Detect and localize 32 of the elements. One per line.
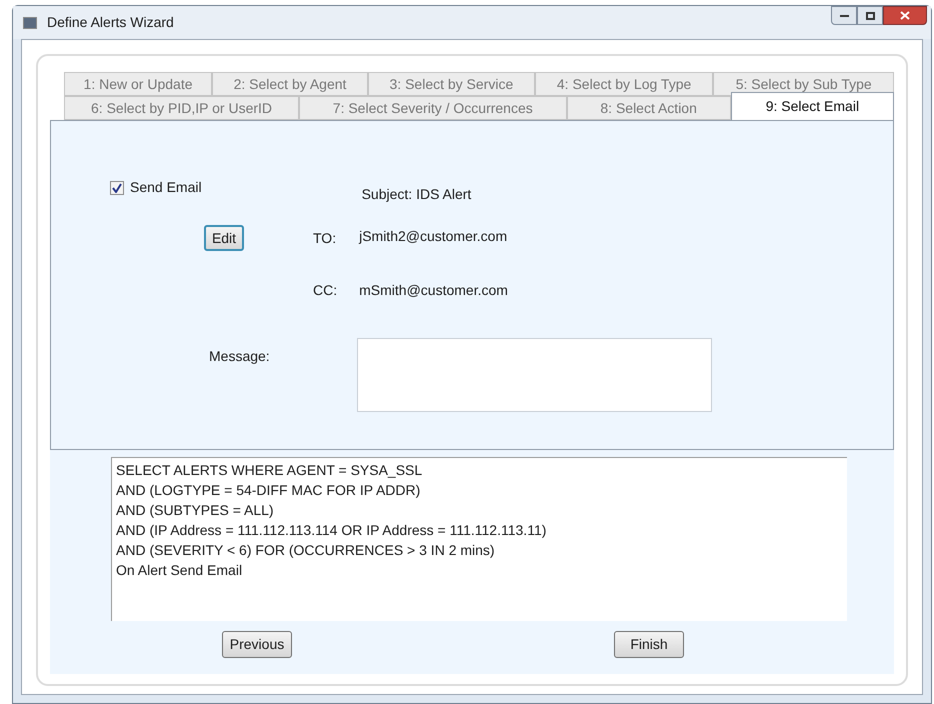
tab[interactable]: 7: Select Severity / Occurrences [299, 96, 567, 120]
query-line: SELECT ALERTS WHERE AGENT = SYSA_SSL [116, 461, 424, 480]
tab[interactable]: 8: Select Action [566, 96, 731, 120]
edit-button[interactable]: Edit [204, 225, 244, 251]
to-address: jSmith2@customer.com [359, 226, 508, 246]
query-line: AND (LOGTYPE = 54-DIFF MAC FOR IP ADDR) [116, 481, 422, 500]
query-line: On Alert Send Email [116, 561, 244, 580]
message-label: Message: [209, 347, 270, 366]
check-icon [112, 182, 122, 192]
to-label: TO: [313, 228, 336, 248]
tab[interactable]: 4: Select by Log Type [534, 72, 714, 96]
previous-button[interactable]: Previous [222, 631, 292, 658]
message-field[interactable] [356, 338, 712, 412]
maximize-button[interactable] [857, 6, 883, 25]
close-icon [900, 11, 910, 20]
tab[interactable]: 9: Select Email [730, 92, 894, 120]
tab[interactable]: 6: Select by PID,IP or UserID [64, 96, 300, 120]
send-email-checkbox[interactable]: Send Email [110, 177, 202, 198]
query-line: AND (IP Address = 111.112.113.114 OR IP Address = 111.112.113.11) [116, 521, 548, 540]
tab[interactable]: 3: Select by Service [368, 72, 535, 96]
cc-address: mSmith@customer.com [359, 281, 508, 300]
tab[interactable]: 2: Select by Agent [212, 72, 368, 96]
query-line: AND (SEVERITY < 6) FOR (OCCURRENCES > 3 IN 2 mins) [116, 541, 496, 560]
window-title: Define Alerts Wizard [47, 13, 174, 32]
close-button[interactable] [883, 6, 927, 25]
minimize-button[interactable] [831, 6, 857, 25]
tab[interactable]: 1: New or Update [64, 72, 212, 96]
subject-text: Subject: IDS Alert [362, 185, 472, 204]
cc-label: CC: [313, 281, 338, 300]
app-icon [23, 16, 37, 28]
finish-button[interactable]: Finish [614, 631, 684, 658]
query-line: AND (SUBTYPES = ALL) [116, 501, 275, 520]
